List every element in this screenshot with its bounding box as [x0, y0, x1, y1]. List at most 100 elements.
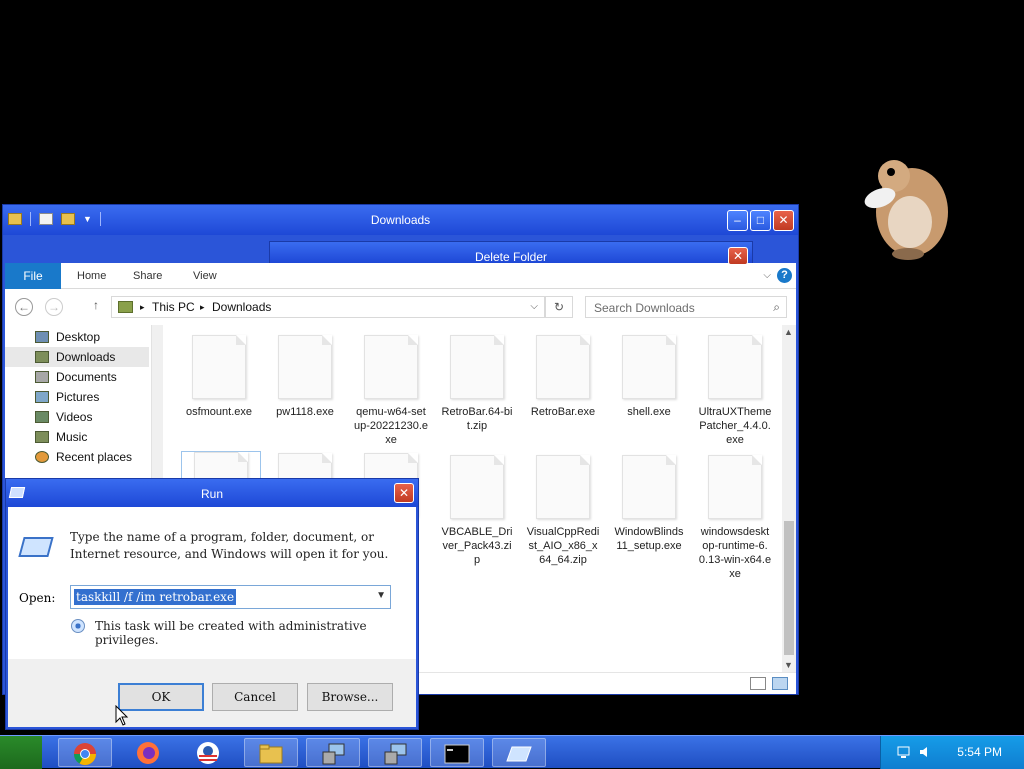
- taskbar-item-firefox[interactable]: [122, 738, 176, 767]
- folder-icon: [118, 301, 133, 313]
- taskbar-item-run[interactable]: [492, 738, 546, 767]
- breadcrumb-this-pc[interactable]: This PC: [152, 300, 195, 314]
- file-name: VBCABLE_Driver_Pack43.zip: [441, 526, 513, 566]
- search-input[interactable]: Search Downloads ⌕: [585, 296, 787, 318]
- close-button[interactable]: ✕: [394, 483, 414, 503]
- desktop-icon: [35, 331, 49, 343]
- file-item[interactable]: shell.exe: [609, 335, 689, 419]
- file-item[interactable]: VBCABLE_Driver_Pack43.zip: [437, 455, 517, 567]
- file-name: RetroBar.exe: [530, 406, 596, 418]
- open-input-value[interactable]: taskkill /f /im retrobar.exe: [74, 589, 237, 605]
- file-item[interactable]: osfmount.exe: [179, 335, 259, 419]
- network-icon[interactable]: [897, 746, 910, 758]
- large-icons-view-icon[interactable]: [772, 677, 788, 690]
- taskbar: 5:54 PM: [0, 735, 1024, 769]
- videos-icon: [35, 411, 49, 423]
- file-item[interactable]: windowsdesktop-runtime-6.0.13-win-x64.ex…: [695, 455, 775, 581]
- explorer-title-bar[interactable]: ▼ Downloads – □ ✕: [3, 205, 798, 235]
- tab-view[interactable]: View: [193, 263, 217, 289]
- file-name: WindowBlinds11_setup.exe: [614, 526, 684, 552]
- run-title-bar[interactable]: Run ✕: [6, 479, 418, 507]
- nav-item-recent-places[interactable]: Recent places: [5, 447, 149, 467]
- refresh-button[interactable]: ↻: [545, 296, 573, 318]
- documents-icon: [35, 371, 49, 383]
- taskbar-item-installer[interactable]: [306, 738, 360, 767]
- chevron-right-icon[interactable]: ▸: [140, 302, 145, 313]
- ok-button[interactable]: OK: [118, 683, 204, 711]
- file-item[interactable]: WindowBlinds11_setup.exe: [609, 455, 689, 553]
- chevron-down-icon[interactable]: ▼: [376, 590, 386, 601]
- forward-button[interactable]: →: [45, 298, 63, 316]
- taskbar-item-installer[interactable]: [368, 738, 422, 767]
- maximize-button[interactable]: □: [750, 210, 771, 231]
- nav-label: Pictures: [56, 390, 100, 404]
- music-icon: [35, 431, 49, 443]
- address-bar[interactable]: ▸ This PC ▸ Downloads ⌵: [111, 296, 545, 318]
- nav-item-documents[interactable]: Documents: [5, 367, 149, 387]
- taskbar-item-app[interactable]: [182, 738, 236, 767]
- taskbar-item-chrome[interactable]: [58, 738, 112, 767]
- file-item[interactable]: UltraUXThemePatcher_4.4.0.exe: [695, 335, 775, 447]
- nav-item-desktop[interactable]: Desktop: [5, 327, 149, 347]
- file-item[interactable]: RetroBar.exe: [523, 335, 603, 419]
- installer-icon: [322, 743, 345, 765]
- scroll-down-icon[interactable]: ▼: [784, 660, 793, 670]
- cancel-button[interactable]: Cancel: [212, 683, 298, 711]
- browse-button[interactable]: Browse...: [307, 683, 393, 711]
- nav-item-pictures[interactable]: Pictures: [5, 387, 149, 407]
- file-icon: [708, 335, 762, 399]
- nav-item-videos[interactable]: Videos: [5, 407, 149, 427]
- tab-home[interactable]: Home: [77, 263, 106, 289]
- expand-ribbon-icon[interactable]: ⌵: [763, 270, 771, 281]
- file-icon: [536, 455, 590, 519]
- tab-file[interactable]: File: [5, 263, 61, 289]
- start-button[interactable]: [0, 736, 42, 769]
- run-buttons: OK Cancel Browse...: [8, 659, 416, 727]
- open-combobox[interactable]: taskkill /f /im retrobar.exe ▼: [70, 585, 391, 609]
- nav-label: Downloads: [56, 350, 116, 364]
- file-icon: [450, 455, 504, 519]
- file-item[interactable]: qemu-w64-setup-20221230.exe: [351, 335, 431, 447]
- close-button[interactable]: ✕: [773, 210, 794, 231]
- minimize-button[interactable]: –: [727, 210, 748, 231]
- nav-item-downloads[interactable]: Downloads: [5, 347, 149, 367]
- file-item[interactable]: pw1118.exe: [265, 335, 345, 419]
- scrollbar-thumb[interactable]: [784, 521, 794, 655]
- run-icon: [18, 537, 54, 557]
- downloads-icon: [35, 351, 49, 363]
- details-view-icon[interactable]: [750, 677, 766, 690]
- up-button[interactable]: ↑: [93, 298, 99, 312]
- dialog-title: Delete Folder: [474, 250, 548, 264]
- file-item[interactable]: VisualCppRedist_AIO_x86_x64_64.zip: [523, 455, 603, 567]
- recent-places-icon: [35, 451, 49, 463]
- search-icon[interactable]: ⌕: [773, 300, 780, 315]
- chevron-down-icon[interactable]: ⌵: [530, 301, 538, 312]
- help-icon[interactable]: ?: [777, 268, 792, 283]
- back-button[interactable]: ←: [15, 298, 33, 316]
- file-item[interactable]: RetroBar.64-bit.zip: [437, 335, 517, 433]
- breadcrumb-downloads[interactable]: Downloads: [212, 300, 271, 314]
- scroll-up-icon[interactable]: ▲: [784, 327, 793, 337]
- cmd-icon: [444, 744, 470, 764]
- admin-shield-icon: [71, 619, 85, 633]
- chrome-icon: [74, 743, 96, 765]
- run-dialog: Run ✕ Type the name of a program, folder…: [5, 478, 419, 730]
- file-name: osfmount.exe: [185, 406, 253, 418]
- chevron-right-icon[interactable]: ▸: [200, 302, 205, 313]
- close-button[interactable]: ✕: [728, 247, 748, 265]
- file-name: shell.exe: [627, 406, 671, 418]
- nav-item-music[interactable]: Music: [5, 427, 149, 447]
- dialog-title: Run: [200, 487, 223, 501]
- tab-share[interactable]: Share: [133, 263, 162, 289]
- nav-label: Documents: [56, 370, 117, 384]
- taskbar-item-explorer[interactable]: [244, 738, 298, 767]
- clock[interactable]: 5:54 PM: [957, 745, 1002, 759]
- window-title: Downloads: [370, 213, 431, 227]
- file-scrollbar[interactable]: ▲ ▼: [782, 325, 796, 672]
- file-icon: [450, 335, 504, 399]
- hamster-desktop-pet: [864, 160, 948, 260]
- run-description: Type the name of a program, folder, docu…: [70, 530, 389, 561]
- run-content: Type the name of a program, folder, docu…: [8, 507, 416, 659]
- taskbar-item-cmd[interactable]: [430, 738, 484, 767]
- volume-icon[interactable]: [919, 746, 932, 758]
